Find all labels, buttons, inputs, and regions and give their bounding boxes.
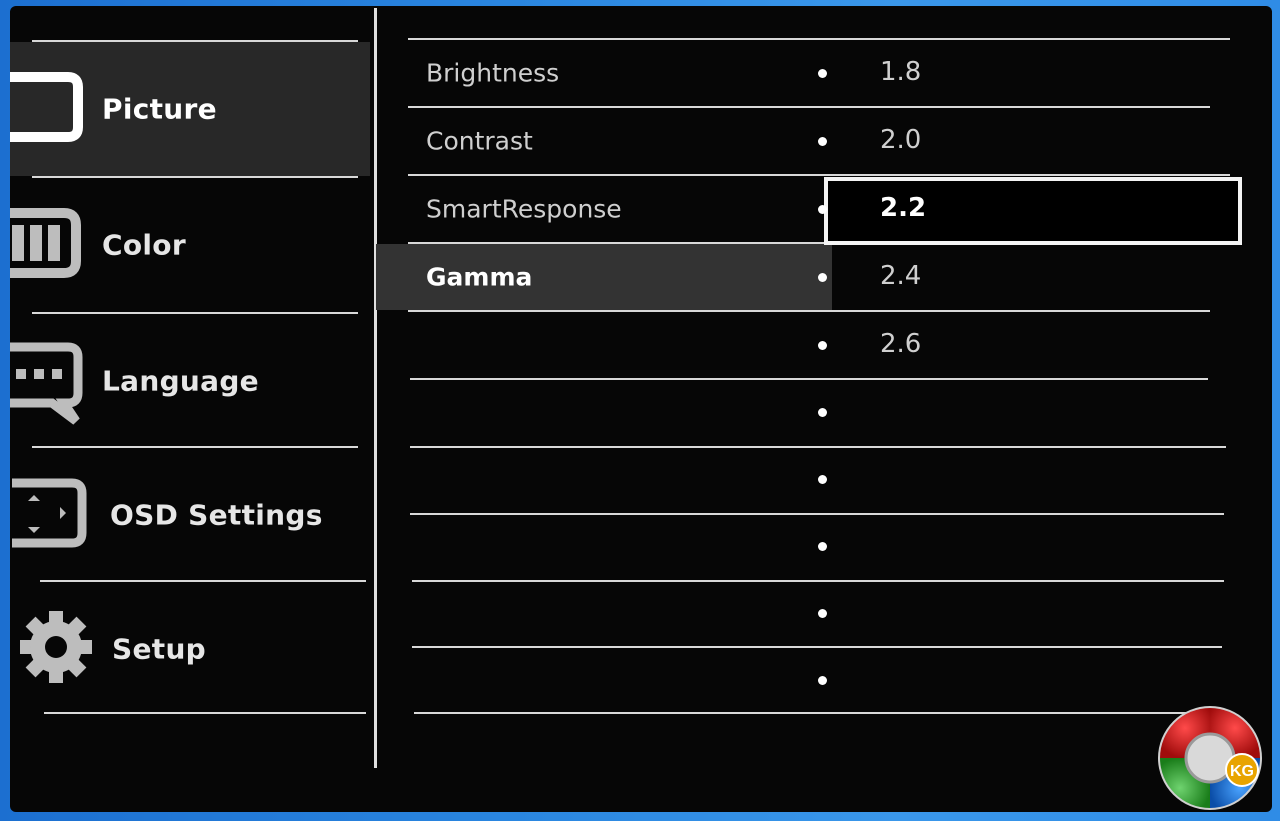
option-dot [818,542,827,551]
submenu-item-contrast[interactable]: Contrast [376,108,832,174]
option-dot [818,676,827,685]
submenu-label: Contrast [426,126,533,156]
divider [410,378,1208,380]
gear-icon [16,607,96,691]
language-icon [10,331,90,431]
menu-item-setup[interactable]: Setup [10,582,370,716]
gamma-option-2-2[interactable]: 2.2 [880,193,926,223]
menu-label: Language [102,364,259,398]
divider [44,712,366,714]
picture-icon [10,65,90,153]
divider [410,446,1226,448]
menu-item-picture[interactable]: Picture [10,42,370,176]
osd-settings-icon [10,471,94,559]
menu-label: Color [102,228,186,262]
osd-menu: Picture Color Language OSD Settings Setu… [10,6,1272,812]
divider [412,580,1224,582]
menu-label: OSD Settings [110,498,323,532]
divider [410,513,1224,515]
submenu-item-gamma[interactable]: Gamma [376,244,832,310]
divider [408,310,1210,312]
option-dot [818,475,827,484]
option-dot [818,273,827,282]
submenu-label: SmartResponse [426,194,622,224]
menu-item-color[interactable]: Color [10,178,370,312]
gamma-option-2-0[interactable]: 2.0 [880,125,921,155]
gamma-option-1-8[interactable]: 1.8 [880,57,921,87]
option-dot [818,609,827,618]
menu-label: Picture [102,92,217,126]
menu-item-osd-settings[interactable]: OSD Settings [10,448,370,582]
main-menu: Picture Color Language OSD Settings Setu… [10,6,370,812]
gamma-option-2-6[interactable]: 2.6 [880,329,921,359]
menu-label: Setup [112,632,207,666]
option-dot [818,341,827,350]
divider [414,712,1214,714]
gamma-option-2-4[interactable]: 2.4 [880,261,921,291]
kg-logo: KG [1156,704,1264,812]
submenu-label: Gamma [426,262,533,292]
kg-logo-text: KG [1230,763,1254,780]
option-dot [818,137,827,146]
option-dot [818,408,827,417]
submenu-label: Brightness [426,58,560,88]
menu-item-language[interactable]: Language [10,314,370,448]
option-dot [818,69,827,78]
submenu-item-brightness[interactable]: Brightness [376,40,832,106]
submenu-item-smartresponse[interactable]: SmartResponse [376,176,832,242]
color-icon [10,201,90,289]
option-dot [818,205,827,214]
divider [412,646,1222,648]
